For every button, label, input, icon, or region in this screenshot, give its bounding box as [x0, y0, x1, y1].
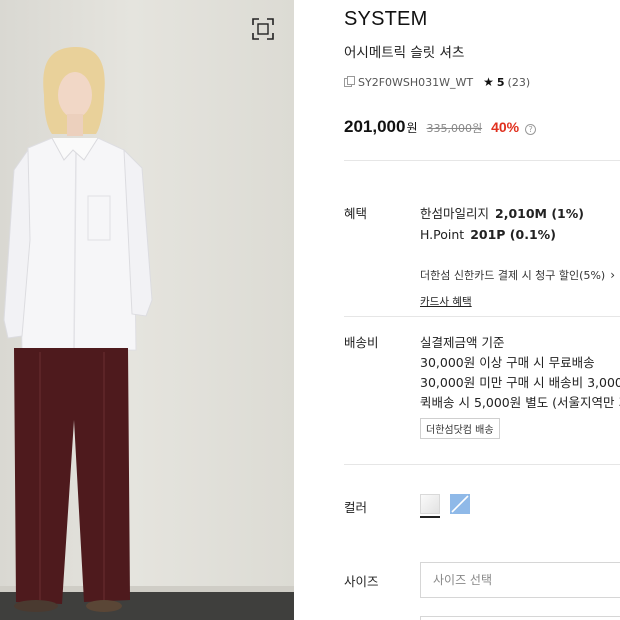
shipping-line: 퀵배송 시 5,000원 별도 (서울지역만 가 [420, 395, 620, 410]
card-promo-link[interactable]: 더한섬 신한카드 결제 시 청구 할인(5%) › [420, 267, 615, 283]
shipping-tag[interactable]: 더한섬닷컴 배송 [420, 418, 500, 439]
zoom-button[interactable] [248, 14, 278, 44]
color-label: 컬러 [344, 500, 368, 515]
hpoint-value: 201P (0.1%) [470, 227, 556, 242]
color-swatch-white[interactable] [420, 494, 440, 514]
size-select[interactable]: 사이즈 선택 [420, 562, 620, 598]
star-icon: ★ [483, 75, 494, 89]
product-image[interactable] [0, 0, 294, 620]
benefits-label: 혜택 [344, 206, 368, 221]
divider [344, 160, 620, 161]
rating-value: 5 [496, 75, 505, 89]
mileage-row: 한섬마일리지 2,010M (1%) [420, 203, 584, 222]
color-swatch-blue[interactable] [450, 494, 470, 514]
product-title: 어시메트릭 슬릿 셔츠 [344, 45, 465, 61]
card-promo-text: 더한섬 신한카드 결제 시 청구 할인(5%) [420, 269, 606, 282]
product-info-panel: SYSTEM 어시메트릭 슬릿 셔츠 SY2F0WSH031W_WT ★ 5 (… [344, 0, 620, 620]
shipping-line: 30,000원 이상 구매 시 무료배송 [420, 355, 595, 370]
sale-price: 201,000 [344, 117, 406, 136]
card-benefits-link[interactable]: 카드사 혜택 [420, 294, 472, 309]
product-sku: SY2F0WSH031W_WT [358, 75, 474, 89]
size-label: 사이즈 [344, 574, 379, 589]
selected-swatch-indicator [420, 516, 440, 518]
divider [344, 464, 620, 465]
shipping-label: 배송비 [344, 335, 379, 350]
fullscreen-icon [252, 18, 274, 40]
quantity-select[interactable] [420, 616, 620, 620]
info-icon[interactable]: ? [525, 124, 537, 135]
copy-icon[interactable] [344, 76, 356, 88]
brand-name[interactable]: SYSTEM [344, 8, 427, 31]
shipping-line: 실결제금액 기준 [420, 335, 505, 350]
hpoint-row: H.Point 201P (0.1%) [420, 227, 556, 242]
product-meta: SY2F0WSH031W_WT ★ 5 (23) [344, 75, 530, 89]
discount-rate: 40% [491, 119, 520, 135]
model-illustration [3, 46, 153, 612]
original-price: 335,000원 [426, 122, 483, 135]
divider [344, 316, 620, 317]
review-count[interactable]: (23) [508, 76, 531, 89]
mileage-label: 한섬마일리지 [420, 206, 490, 221]
hpoint-label: H.Point [420, 227, 465, 242]
price-row: 201,000 원 335,000원 40% ? [344, 117, 537, 137]
mileage-value: 2,010M (1%) [495, 206, 584, 221]
shipping-line: 30,000원 미만 구매 시 배송비 3,000 [420, 375, 620, 390]
currency-label: 원 [406, 121, 418, 135]
chevron-right-icon: › [610, 268, 616, 282]
